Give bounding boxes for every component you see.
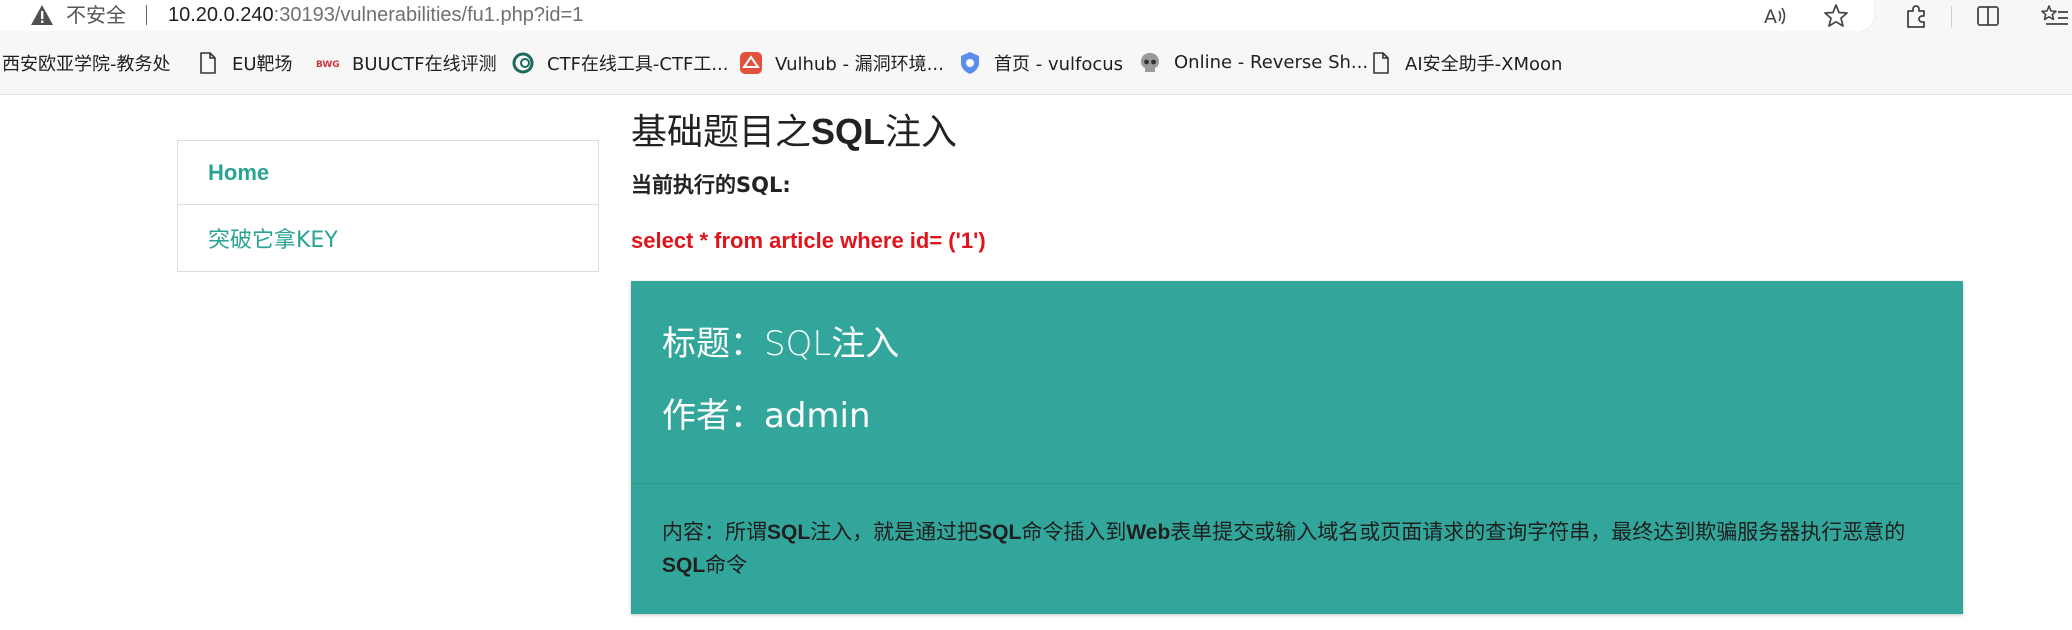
page-title-suffix: 注入 bbox=[885, 112, 958, 153]
bookmarks-bar: 西安欧亚学院-教务处 EU靶场 BWG BUUCTF在线评测 CTF在线工具-C… bbox=[0, 31, 2072, 95]
bookmark-xmoon[interactable]: AI安全助手-XMoon bbox=[1369, 31, 1562, 94]
url-text[interactable]: 10.20.0.240:30193/vulnerabilities/fu1.ph… bbox=[168, 2, 583, 28]
sidebar-item-label: 突破它拿KEY bbox=[208, 228, 338, 253]
page-icon bbox=[1373, 51, 1389, 74]
page-title-prefix: 基础题目之 bbox=[631, 112, 812, 153]
content-text: 命令 bbox=[705, 553, 748, 577]
content-keyword: SQL bbox=[767, 521, 811, 544]
page-icon bbox=[200, 51, 216, 74]
address-bar: 不安全 10.20.0.240:30193/vulnerabilities/fu… bbox=[0, 0, 2072, 31]
bookmark-eu-range[interactable]: EU靶场 bbox=[196, 31, 293, 94]
sidebar-item-get-key[interactable]: 突破它拿KEY bbox=[178, 206, 598, 270]
content-text: 表单提交或输入域名或页面请求的查询字符串，最终达到欺骗服务器执行恶意的 bbox=[1170, 520, 1906, 544]
toolbar-divider bbox=[1951, 6, 1952, 28]
sidebar-item-label: Home bbox=[208, 159, 270, 185]
svg-text:BWG: BWG bbox=[316, 60, 340, 70]
bookmark-vulhub[interactable]: Vulhub - 漏洞环境... bbox=[739, 31, 944, 94]
bookmark-label: 首页 - vulfocus bbox=[994, 53, 1124, 75]
bookmark-ctf-tools[interactable]: CTF在线工具-CTF工... bbox=[511, 31, 729, 94]
article-card: 标题：SQL注入 作者：admin 内容：所谓SQL注入，就是通过把SQL命令插… bbox=[631, 281, 1963, 614]
content-keyword: SQL bbox=[978, 521, 1022, 544]
bookmark-label: 西安欧亚学院-教务处 bbox=[2, 53, 171, 75]
article-content: 内容：所谓SQL注入，就是通过把SQL命令插入到Web表单提交或输入域名或页面请… bbox=[662, 516, 1932, 582]
bookmark-buuctf[interactable]: BWG BUUCTF在线评测 bbox=[316, 31, 497, 94]
favorite-star-icon[interactable] bbox=[1822, 2, 1850, 30]
read-aloud-icon[interactable]: A bbox=[1762, 2, 1790, 30]
article-author: 作者：admin bbox=[662, 393, 871, 439]
bookmark-label: Online - Reverse Sh... bbox=[1174, 52, 1369, 73]
article-title-value: SQL注入 bbox=[764, 324, 900, 364]
article-title: 标题：SQL注入 bbox=[662, 321, 899, 367]
article-author-label: 作者： bbox=[662, 396, 764, 436]
bookmark-label: BUUCTF在线评测 bbox=[352, 53, 497, 75]
content-text: 所谓 bbox=[725, 520, 767, 544]
sidebar-item-home[interactable]: Home bbox=[178, 141, 598, 205]
bookmark-label: AI安全助手-XMoon bbox=[1405, 53, 1563, 75]
ctf-tools-logo-icon bbox=[512, 52, 534, 73]
card-divider bbox=[631, 483, 1963, 484]
bookmark-vulfocus[interactable]: 首页 - vulfocus bbox=[958, 31, 1123, 94]
skull-icon bbox=[1141, 52, 1159, 72]
security-label[interactable]: 不安全 bbox=[66, 3, 126, 27]
bookmark-label: EU靶场 bbox=[232, 53, 293, 75]
bookmark-xaeu[interactable]: 西安欧亚学院-教务处 bbox=[2, 31, 171, 94]
warning-icon[interactable] bbox=[30, 4, 54, 26]
url-separator bbox=[146, 5, 147, 25]
url-host: 10.20.0.240 bbox=[168, 4, 274, 26]
svg-text:A: A bbox=[1764, 6, 1777, 28]
vulhub-logo-icon bbox=[740, 51, 762, 74]
content-text: 注入，就是通过把 bbox=[810, 520, 979, 544]
buuctf-logo-icon: BWG bbox=[316, 60, 340, 70]
content-keyword: Web bbox=[1126, 521, 1171, 544]
page-title: 基础题目之SQL注入 bbox=[631, 109, 957, 156]
bookmark-label: CTF在线工具-CTF工... bbox=[547, 53, 729, 75]
article-author-value: admin bbox=[764, 396, 871, 436]
url-field[interactable]: 不安全 10.20.0.240:30193/vulnerabilities/fu… bbox=[0, 0, 1874, 31]
bookmark-label: Vulhub - 漏洞环境... bbox=[775, 53, 944, 75]
split-screen-icon[interactable] bbox=[1974, 2, 2002, 30]
sql-query: select * from article where id= ('1') bbox=[631, 228, 986, 253]
sql-label: 当前执行的SQL: bbox=[631, 173, 791, 197]
article-content-body: 所谓SQL注入，就是通过把SQL命令插入到Web表单提交或输入域名或页面请求的查… bbox=[662, 520, 1905, 577]
page-title-sql: SQL bbox=[811, 111, 886, 152]
bookmark-reverse-shell[interactable]: Online - Reverse Sh... bbox=[1138, 31, 1368, 94]
url-path: :30193/vulnerabilities/fu1.php?id=1 bbox=[273, 4, 584, 26]
article-title-label: 标题： bbox=[662, 324, 764, 364]
content-text: 命令插入到 bbox=[1021, 520, 1127, 544]
sidebar-nav: Home 突破它拿KEY bbox=[177, 140, 599, 272]
extensions-icon[interactable] bbox=[1902, 2, 1930, 30]
vulfocus-logo-icon bbox=[961, 51, 979, 74]
favorites-list-icon[interactable] bbox=[2040, 2, 2068, 30]
article-content-label: 内容： bbox=[662, 520, 725, 544]
content-keyword: SQL bbox=[662, 554, 706, 577]
